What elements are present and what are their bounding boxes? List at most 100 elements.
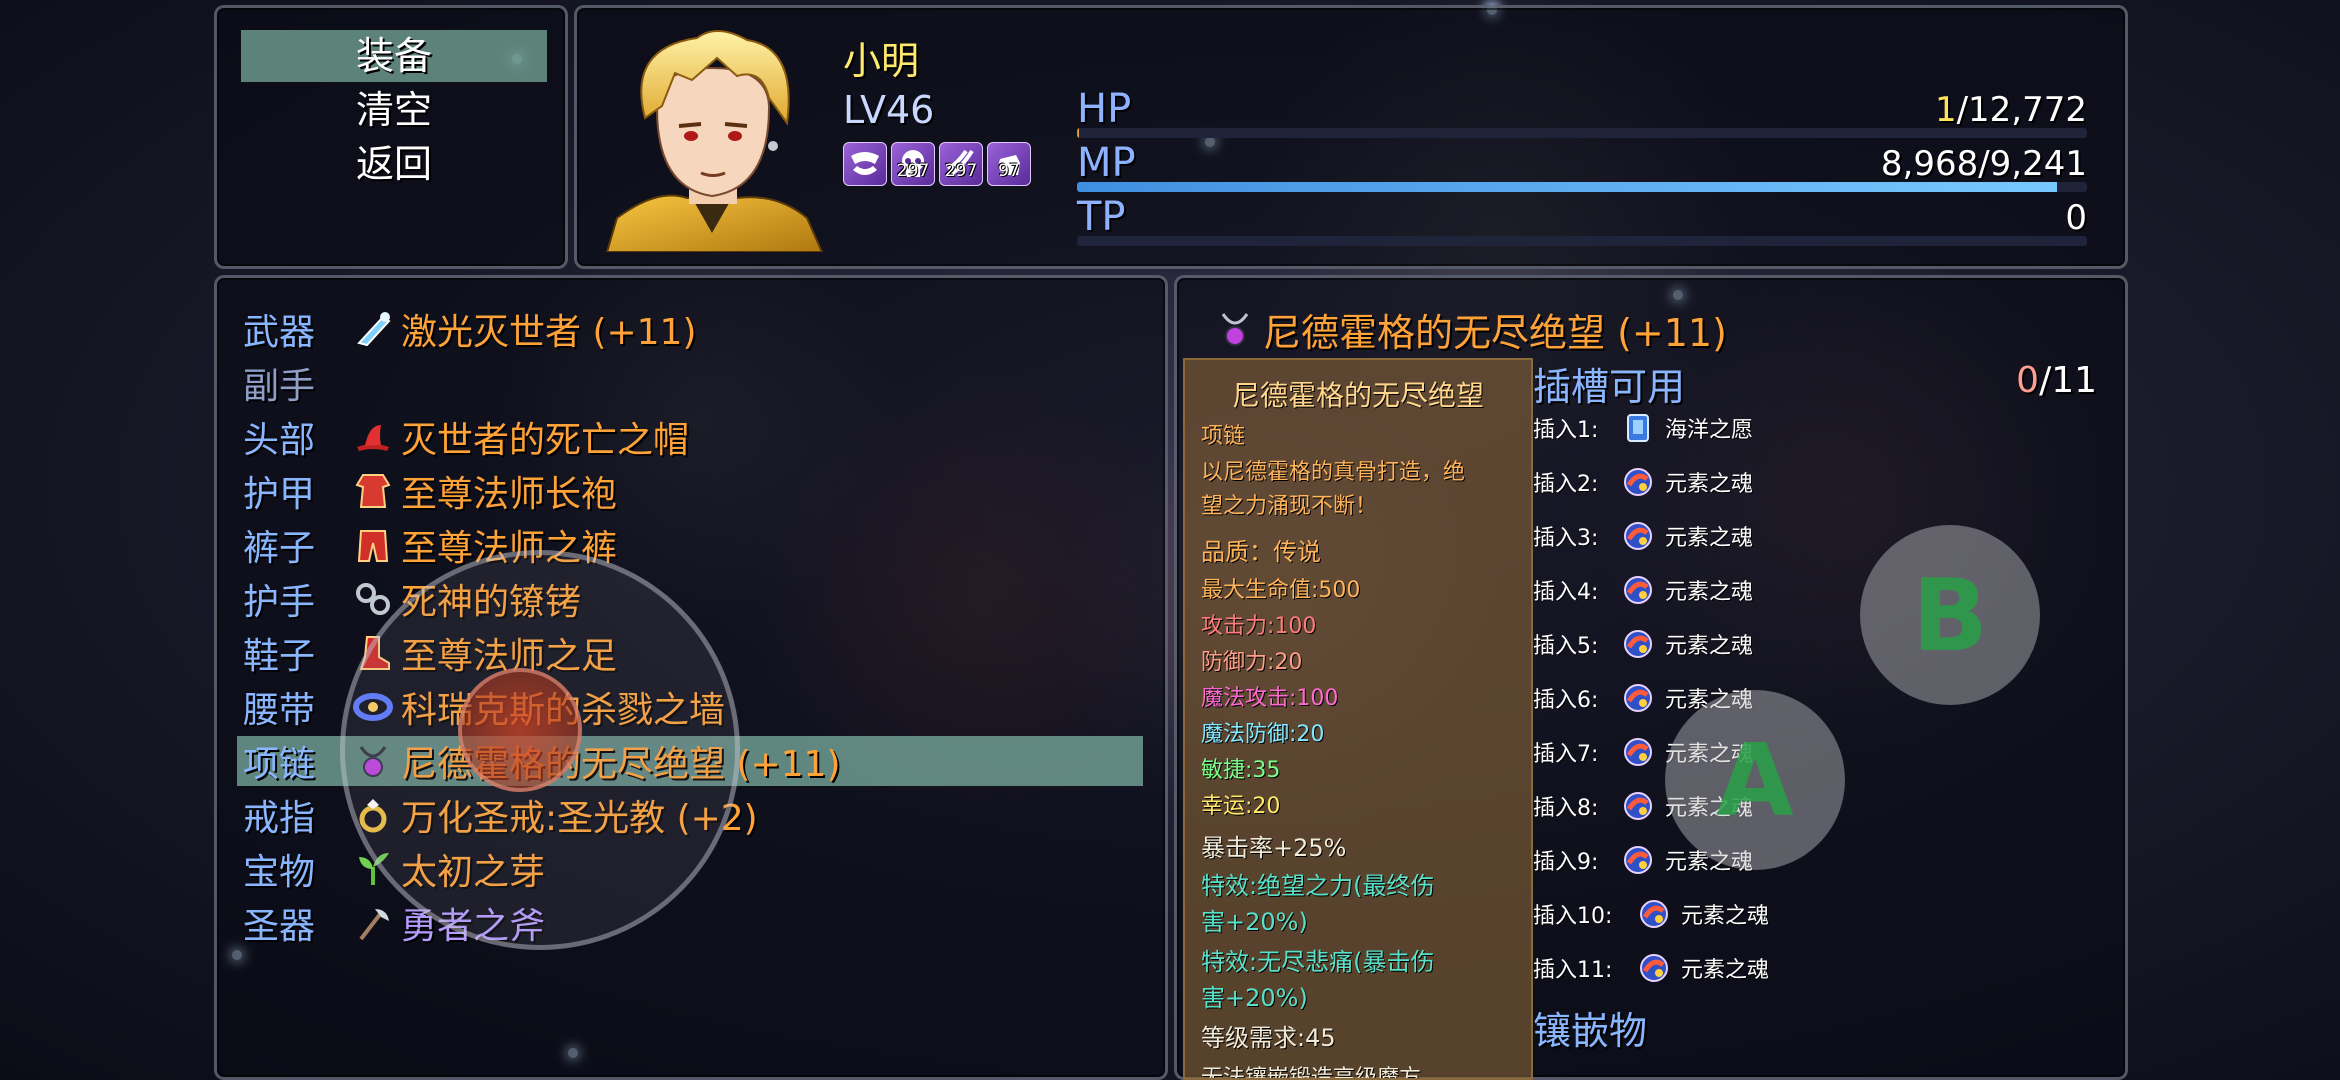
socket-label: 插入9:	[1533, 850, 1599, 875]
b-button[interactable]: B	[1860, 525, 2040, 705]
pants-icon	[357, 530, 389, 562]
flavor-line-1: 以尼德霍格的真骨打造，绝	[1201, 460, 1466, 485]
socket-item-name: 元素之魂	[1665, 634, 1754, 659]
slot-row-head[interactable]: 头部 灭世者的死亡之帽	[237, 412, 1143, 462]
element-soul-icon	[1624, 684, 1652, 712]
slot-row-relic[interactable]: 圣器 勇者之斧	[237, 898, 1143, 948]
element-soul-icon	[1624, 738, 1652, 766]
element-soul-icon	[1640, 900, 1668, 928]
socket-label: 插入1:	[1533, 418, 1599, 443]
detail-title: 尼德霍格的无尽绝望 (+11)	[1217, 302, 1727, 357]
actor-status-window: 小明 LV46 297 297 97 HP 1/12,772 MP 8,968/…	[574, 5, 2128, 269]
slot-label: 护手	[243, 582, 316, 623]
actor-level: LV46	[843, 88, 935, 132]
socket-label: 插入10:	[1533, 904, 1613, 929]
tp-value: 0	[2065, 198, 2087, 238]
socket-label: 插入4:	[1533, 580, 1599, 605]
element-soul-icon	[1624, 792, 1652, 820]
stat-attack: 攻击力:100	[1201, 614, 1317, 639]
necklace-icon	[1221, 312, 1249, 346]
socket-row[interactable]: 插入10: 元素之魂	[1533, 894, 1769, 934]
red-hat-icon	[357, 425, 389, 451]
command-window: 装备 清空 返回	[214, 5, 568, 269]
item-quality: 品质：传说	[1201, 538, 1321, 566]
tp-gauge: TP 0	[1077, 194, 2087, 248]
slot-row-armor[interactable]: 护甲 至尊法师长袍	[237, 466, 1143, 516]
slot-label: 鞋子	[243, 636, 316, 677]
socket-row[interactable]: 插入1: 海洋之愿	[1533, 408, 1753, 448]
sockets-count: 0/11	[2016, 360, 2097, 401]
back-command[interactable]: 返回	[241, 138, 547, 190]
socket-item-name: 元素之魂	[1665, 526, 1754, 551]
mp-gauge: MP 8,968/9,241	[1077, 140, 2087, 194]
socket-row[interactable]: 插入3: 元素之魂	[1533, 516, 1753, 556]
stat-magic-attack: 魔法攻击:100	[1201, 686, 1339, 711]
element-soul-icon	[1624, 468, 1652, 496]
socket-label: 插入7:	[1533, 742, 1599, 767]
axe-icon	[359, 909, 389, 941]
tp-label: TP	[1077, 194, 1126, 240]
equipped-item-name: 激光灭世者 (+11)	[401, 312, 697, 353]
socket-row[interactable]: 插入2: 元素之魂	[1533, 462, 1753, 502]
shackles-icon	[356, 583, 390, 615]
crit-rate: 暴击率+25%	[1201, 834, 1347, 862]
socket-label: 插入3:	[1533, 526, 1599, 551]
slot-row-offhand[interactable]: 副手	[237, 358, 1143, 408]
socket-item-name: 元素之魂	[1665, 580, 1754, 605]
socket-row[interactable]: 插入5: 元素之魂	[1533, 624, 1753, 664]
element-soul-icon	[1624, 630, 1652, 658]
slot-row-pants[interactable]: 裤子 至尊法师之裤	[237, 520, 1143, 570]
socket-label: 插入8:	[1533, 796, 1599, 821]
slash-icon: 297	[939, 142, 983, 186]
slot-label: 戒指	[243, 798, 316, 839]
stat-luck: 幸运:20	[1201, 794, 1281, 819]
socket-item-name: 元素之魂	[1665, 472, 1754, 497]
element-soul-icon	[1624, 576, 1652, 604]
cut-off-line: 无法镶嵌锻造高级魔方	[1201, 1066, 1422, 1080]
joystick-knob[interactable]	[458, 668, 582, 792]
actor-portrait	[605, 30, 824, 252]
socket-item-name: 元素之魂	[1681, 958, 1770, 983]
hp-gauge: HP 1/12,772	[1077, 86, 2087, 140]
equipped-item-name: 至尊法师长袍	[401, 474, 618, 515]
hp-value: 1/12,772	[1934, 90, 2087, 130]
socket-item-name: 海洋之愿	[1665, 418, 1754, 443]
socket-row[interactable]: 插入11: 元素之魂	[1533, 948, 1769, 988]
slot-label: 圣器	[243, 906, 316, 947]
mp-label: MP	[1077, 140, 1136, 186]
socket-label: 插入5:	[1533, 634, 1599, 659]
slot-label: 裤子	[243, 528, 316, 569]
a-button[interactable]: A	[1665, 690, 1845, 870]
slot-label: 武器	[243, 312, 316, 353]
slot-label: 宝物	[243, 852, 316, 893]
stat-defense: 防御力:20	[1201, 650, 1303, 675]
flavor-line-2: 望之力涌现不断！	[1201, 494, 1378, 519]
clear-command[interactable]: 清空	[241, 84, 547, 136]
slot-label: 护甲	[243, 474, 316, 515]
slot-label: 腰带	[243, 690, 316, 731]
stat-magic-defense: 魔法防御:20	[1201, 722, 1325, 747]
effect-1-line-2: 害+20%)	[1201, 908, 1308, 936]
desc-title: 尼德霍格的无尽绝望	[1231, 379, 1484, 412]
stat-agility: 敏捷:35	[1201, 758, 1281, 783]
fist-icon: 97	[987, 142, 1031, 186]
hp-label: HP	[1077, 86, 1132, 132]
skull-icon: 297	[891, 142, 935, 186]
socket-item-name: 元素之魂	[1681, 904, 1770, 929]
socket-row[interactable]: 插入4: 元素之魂	[1533, 570, 1753, 610]
socket-label: 插入6:	[1533, 688, 1599, 713]
equip-command[interactable]: 装备	[241, 30, 547, 82]
embed-header: 镶嵌物	[1533, 1009, 1648, 1053]
state-icons: 297 297 97	[843, 142, 1031, 186]
slot-row-hands[interactable]: 护手 死神的镣铐	[237, 574, 1143, 624]
effect-2-line-2: 害+20%)	[1201, 984, 1308, 1012]
level-requirement: 等级需求:45	[1201, 1024, 1336, 1052]
stat-max-hp: 最大生命值:500	[1201, 578, 1361, 603]
slot-row-weapon[interactable]: 武器 激光灭世者 (+11)	[237, 304, 1143, 354]
effect-1-line-1: 特效:绝望之力(最终伤	[1201, 872, 1435, 900]
item-type: 项链	[1201, 424, 1246, 449]
mp-value: 8,968/9,241	[1880, 144, 2087, 184]
slot-label: 副手	[243, 366, 316, 407]
slot-label: 头部	[243, 420, 316, 461]
description-panel[interactable]: 尼德霍格的无尽绝望 项链 以尼德霍格的真骨打造，绝 望之力涌现不断！ 品质：传说…	[1183, 358, 1533, 1080]
